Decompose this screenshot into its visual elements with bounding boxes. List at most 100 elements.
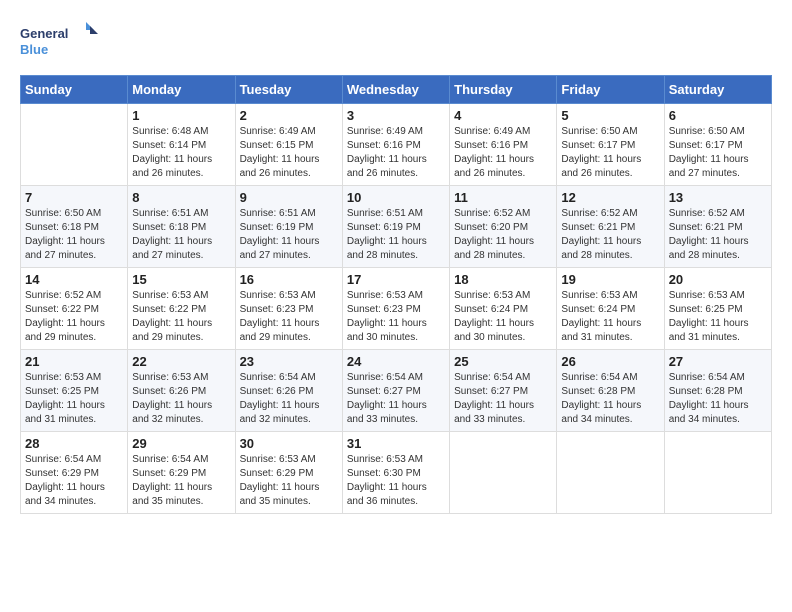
day-info: Sunrise: 6:53 AM Sunset: 6:23 PM Dayligh… (240, 289, 338, 345)
day-number: 10 (347, 190, 445, 205)
header-saturday: Saturday (664, 76, 771, 104)
calendar-cell: 2 Sunrise: 6:49 AM Sunset: 6:15 PM Daylig… (235, 104, 342, 186)
day-info: Sunrise: 6:53 AM Sunset: 6:24 PM Dayligh… (454, 289, 552, 345)
day-number: 3 (347, 108, 445, 123)
logo: General Blue (20, 20, 100, 65)
day-info: Sunrise: 6:54 AM Sunset: 6:27 PM Dayligh… (347, 371, 445, 427)
day-number: 7 (25, 190, 123, 205)
day-number: 4 (454, 108, 552, 123)
day-number: 14 (25, 272, 123, 287)
day-number: 8 (132, 190, 230, 205)
day-number: 17 (347, 272, 445, 287)
calendar-cell: 28Sunrise: 6:54 AM Sunset: 6:29 PM Dayli… (21, 432, 128, 514)
day-info: Sunrise: 6:49 AM Sunset: 6:15 PM Dayligh… (240, 125, 338, 181)
day-info: Sunrise: 6:54 AM Sunset: 6:29 PM Dayligh… (132, 453, 230, 509)
day-info: Sunrise: 6:53 AM Sunset: 6:23 PM Dayligh… (347, 289, 445, 345)
calendar-cell: 24 Sunrise: 6:54 AM Sunset: 6:27 PM Dayli… (342, 350, 449, 432)
calendar-cell: 19 Sunrise: 6:53 AM Sunset: 6:24 PM Dayli… (557, 268, 664, 350)
day-info: Sunrise: 6:51 AM Sunset: 6:19 PM Dayligh… (347, 207, 445, 263)
calendar-cell: 12 Sunrise: 6:52 AM Sunset: 6:21 PM Dayli… (557, 186, 664, 268)
calendar-cell: 21 Sunrise: 6:53 AM Sunset: 6:25 PM Dayli… (21, 350, 128, 432)
day-info: Sunrise: 6:51 AM Sunset: 6:19 PM Dayligh… (240, 207, 338, 263)
day-number: 25 (454, 354, 552, 369)
calendar-cell: 14Sunrise: 6:52 AM Sunset: 6:22 PM Dayli… (21, 268, 128, 350)
day-number: 12 (561, 190, 659, 205)
calendar-cell: 13Sunrise: 6:52 AM Sunset: 6:21 PM Dayli… (664, 186, 771, 268)
day-number: 26 (561, 354, 659, 369)
day-number: 22 (132, 354, 230, 369)
calendar-cell: 20 Sunrise: 6:53 AM Sunset: 6:25 PM Dayli… (664, 268, 771, 350)
calendar-cell: 29 Sunrise: 6:54 AM Sunset: 6:29 PM Dayli… (128, 432, 235, 514)
day-number: 20 (669, 272, 767, 287)
day-info: Sunrise: 6:51 AM Sunset: 6:18 PM Dayligh… (132, 207, 230, 263)
calendar-cell (664, 432, 771, 514)
day-info: Sunrise: 6:53 AM Sunset: 6:30 PM Dayligh… (347, 453, 445, 509)
day-info: Sunrise: 6:50 AM Sunset: 6:17 PM Dayligh… (669, 125, 767, 181)
day-number: 31 (347, 436, 445, 451)
calendar-cell: 26 Sunrise: 6:54 AM Sunset: 6:28 PM Dayli… (557, 350, 664, 432)
calendar-cell: 5 Sunrise: 6:50 AM Sunset: 6:17 PM Daylig… (557, 104, 664, 186)
calendar-cell: 23 Sunrise: 6:54 AM Sunset: 6:26 PM Dayli… (235, 350, 342, 432)
header-sunday: Sunday (21, 76, 128, 104)
header-friday: Friday (557, 76, 664, 104)
calendar-cell: 17 Sunrise: 6:53 AM Sunset: 6:23 PM Dayli… (342, 268, 449, 350)
svg-text:Blue: Blue (20, 42, 48, 57)
day-number: 2 (240, 108, 338, 123)
calendar-week-row: 28Sunrise: 6:54 AM Sunset: 6:29 PM Dayli… (21, 432, 772, 514)
day-info: Sunrise: 6:54 AM Sunset: 6:26 PM Dayligh… (240, 371, 338, 427)
day-number: 23 (240, 354, 338, 369)
calendar-cell (21, 104, 128, 186)
day-number: 5 (561, 108, 659, 123)
day-info: Sunrise: 6:53 AM Sunset: 6:24 PM Dayligh… (561, 289, 659, 345)
calendar-cell: 3 Sunrise: 6:49 AM Sunset: 6:16 PM Daylig… (342, 104, 449, 186)
calendar-cell: 7 Sunrise: 6:50 AM Sunset: 6:18 PM Daylig… (21, 186, 128, 268)
calendar-cell: 16 Sunrise: 6:53 AM Sunset: 6:23 PM Dayli… (235, 268, 342, 350)
day-info: Sunrise: 6:49 AM Sunset: 6:16 PM Dayligh… (347, 125, 445, 181)
day-number: 30 (240, 436, 338, 451)
day-number: 6 (669, 108, 767, 123)
calendar-cell (450, 432, 557, 514)
day-number: 11 (454, 190, 552, 205)
day-number: 19 (561, 272, 659, 287)
calendar-week-row: 1 Sunrise: 6:48 AM Sunset: 6:14 PM Daylig… (21, 104, 772, 186)
calendar-week-row: 21 Sunrise: 6:53 AM Sunset: 6:25 PM Dayli… (21, 350, 772, 432)
day-number: 9 (240, 190, 338, 205)
day-number: 24 (347, 354, 445, 369)
day-info: Sunrise: 6:50 AM Sunset: 6:17 PM Dayligh… (561, 125, 659, 181)
day-info: Sunrise: 6:49 AM Sunset: 6:16 PM Dayligh… (454, 125, 552, 181)
calendar-header-row: SundayMondayTuesdayWednesdayThursdayFrid… (21, 76, 772, 104)
day-info: Sunrise: 6:48 AM Sunset: 6:14 PM Dayligh… (132, 125, 230, 181)
day-number: 15 (132, 272, 230, 287)
day-info: Sunrise: 6:53 AM Sunset: 6:25 PM Dayligh… (669, 289, 767, 345)
day-info: Sunrise: 6:54 AM Sunset: 6:28 PM Dayligh… (561, 371, 659, 427)
calendar-cell: 25Sunrise: 6:54 AM Sunset: 6:27 PM Dayli… (450, 350, 557, 432)
calendar-cell: 11 Sunrise: 6:52 AM Sunset: 6:20 PM Dayli… (450, 186, 557, 268)
day-number: 27 (669, 354, 767, 369)
day-info: Sunrise: 6:54 AM Sunset: 6:28 PM Dayligh… (669, 371, 767, 427)
day-number: 1 (132, 108, 230, 123)
calendar-cell: 6 Sunrise: 6:50 AM Sunset: 6:17 PM Daylig… (664, 104, 771, 186)
calendar-cell: 1 Sunrise: 6:48 AM Sunset: 6:14 PM Daylig… (128, 104, 235, 186)
day-info: Sunrise: 6:52 AM Sunset: 6:20 PM Dayligh… (454, 207, 552, 263)
header-monday: Monday (128, 76, 235, 104)
calendar-cell: 4 Sunrise: 6:49 AM Sunset: 6:16 PM Daylig… (450, 104, 557, 186)
calendar-table: SundayMondayTuesdayWednesdayThursdayFrid… (20, 75, 772, 514)
day-info: Sunrise: 6:52 AM Sunset: 6:21 PM Dayligh… (561, 207, 659, 263)
calendar-cell (557, 432, 664, 514)
day-number: 16 (240, 272, 338, 287)
day-number: 29 (132, 436, 230, 451)
day-number: 21 (25, 354, 123, 369)
calendar-cell: 8 Sunrise: 6:51 AM Sunset: 6:18 PM Daylig… (128, 186, 235, 268)
day-info: Sunrise: 6:53 AM Sunset: 6:22 PM Dayligh… (132, 289, 230, 345)
calendar-week-row: 7 Sunrise: 6:50 AM Sunset: 6:18 PM Daylig… (21, 186, 772, 268)
calendar-cell: 31 Sunrise: 6:53 AM Sunset: 6:30 PM Dayli… (342, 432, 449, 514)
day-info: Sunrise: 6:53 AM Sunset: 6:26 PM Dayligh… (132, 371, 230, 427)
calendar-cell: 10 Sunrise: 6:51 AM Sunset: 6:19 PM Dayli… (342, 186, 449, 268)
day-info: Sunrise: 6:53 AM Sunset: 6:25 PM Dayligh… (25, 371, 123, 427)
header-thursday: Thursday (450, 76, 557, 104)
calendar-cell: 15 Sunrise: 6:53 AM Sunset: 6:22 PM Dayli… (128, 268, 235, 350)
day-info: Sunrise: 6:54 AM Sunset: 6:29 PM Dayligh… (25, 453, 123, 509)
day-info: Sunrise: 6:52 AM Sunset: 6:21 PM Dayligh… (669, 207, 767, 263)
day-info: Sunrise: 6:50 AM Sunset: 6:18 PM Dayligh… (25, 207, 123, 263)
calendar-cell: 27 Sunrise: 6:54 AM Sunset: 6:28 PM Dayli… (664, 350, 771, 432)
